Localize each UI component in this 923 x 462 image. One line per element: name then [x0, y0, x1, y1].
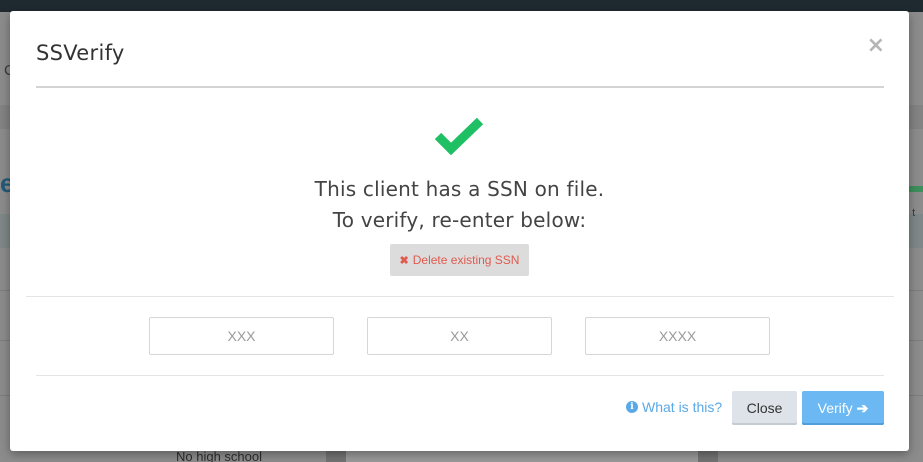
delete-ssn-button[interactable]: ✖ Delete existing SSN: [390, 244, 529, 276]
modal-title: SSVerify: [36, 41, 125, 65]
background-field: [326, 450, 718, 462]
what-is-this-link[interactable]: i What is this?: [626, 399, 722, 415]
footer-divider: [36, 375, 884, 376]
ssn-part2-input[interactable]: [367, 317, 552, 355]
delete-ssn-label: Delete existing SSN: [412, 253, 520, 267]
times-icon: ✖: [399, 254, 409, 267]
what-is-this-label: What is this?: [642, 399, 723, 415]
verify-label: Verify: [817, 400, 853, 416]
info-circle-icon: i: [626, 401, 638, 413]
ssn-part1-input[interactable]: [149, 317, 334, 355]
verify-instruction: To verify, re-enter below:: [332, 208, 587, 232]
verify-button[interactable]: Verify ➔: [802, 391, 884, 425]
arrow-right-icon: ➔: [856, 399, 869, 416]
header-divider: [36, 86, 884, 88]
close-button[interactable]: Close: [732, 391, 797, 425]
ssn-part3-input[interactable]: [585, 317, 770, 355]
body-divider: [26, 296, 894, 297]
ssverify-modal: SSVerify × This client has a SSN on file…: [10, 11, 909, 451]
close-icon[interactable]: ×: [867, 33, 885, 58]
checkmark-icon: [434, 117, 484, 156]
ssn-on-file-message: This client has a SSN on file.: [314, 177, 605, 201]
